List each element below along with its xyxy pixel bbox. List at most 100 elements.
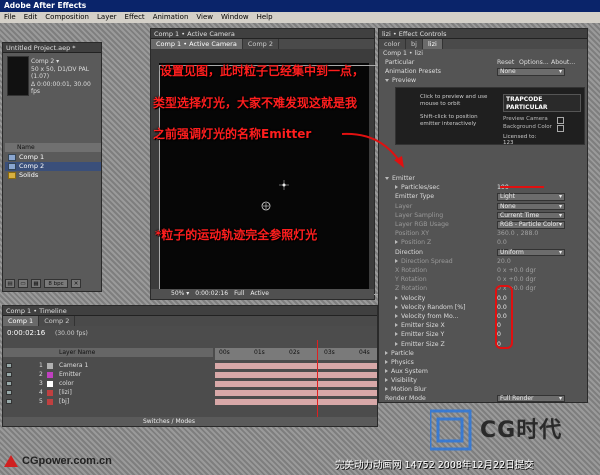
layer-color-swatch[interactable] [47,399,53,405]
expand-triangle-icon[interactable] [395,341,398,346]
project-item-solids[interactable]: Solids [5,171,101,180]
expand-triangle-icon[interactable] [395,185,398,190]
viewer-time[interactable]: 0:00:02:16 [195,289,228,299]
expand-triangle-icon[interactable] [385,386,388,391]
menu-item-effect[interactable]: Effect [121,12,149,23]
effect-param-row[interactable]: Position XY 360.0 , 288.0 [379,230,587,238]
effect-param-value[interactable]: 0.0 [497,239,507,247]
effect-param-row[interactable]: Velocity from Mo... 0.0 [379,313,587,321]
effect-param-select[interactable]: Uniform [497,248,565,257]
effect-param-select[interactable]: Full Render [497,394,565,403]
layer-duration-bar[interactable] [215,381,377,387]
tab-lizi[interactable]: lizi [422,39,443,49]
layer-name[interactable]: color [59,380,74,388]
effect-param-row[interactable]: Velocity 0.0 [379,295,587,303]
timeline-layer-row[interactable]: 1 Camera 1 [3,362,377,370]
expand-triangle-icon[interactable] [395,258,398,263]
expand-triangle-icon[interactable] [385,78,389,82]
menu-item-edit[interactable]: Edit [20,12,42,23]
visibility-eye-icon[interactable] [6,390,12,395]
layer-color-swatch[interactable] [47,363,53,369]
effect-param-row[interactable]: Position Z 0.0 [379,239,587,247]
visibility-eye-icon[interactable] [6,381,12,386]
expand-triangle-icon[interactable] [385,359,388,364]
project-thumb-name[interactable]: Comp 2 ▾ [31,58,101,66]
effect-param-value[interactable]: 0 x +0.0 dgr [497,276,536,284]
effect-param-row[interactable]: Layer Sampling Current Time [379,211,587,220]
time-ruler[interactable]: 00s 01s 02s 03s 04s [215,348,377,360]
tab-bj[interactable]: bj [406,39,423,49]
expand-triangle-icon[interactable] [395,323,398,328]
layer-color-swatch[interactable] [47,390,53,396]
layer-name[interactable]: [lizi] [59,389,72,397]
timeline-layer-row[interactable]: 2 Emitter [3,371,377,379]
effect-param-row[interactable]: Emitter Type Light [379,193,587,201]
project-item-comp-2[interactable]: Comp 2 [5,162,101,171]
tab-color[interactable]: color [379,39,407,49]
view-select[interactable]: Active [250,289,269,299]
effect-param-row[interactable]: Physics [379,359,587,367]
timeline-layer-row[interactable]: 4 [lizi] [3,389,377,397]
timeline-layer-row[interactable]: 3 color [3,380,377,388]
layer-color-swatch[interactable] [47,372,53,378]
effect-param-value[interactable]: 0 x +0.0 dgr [497,267,536,275]
new-comp-icon[interactable]: ▦ [31,278,41,288]
project-item-comp-1[interactable]: Comp 1 [5,153,101,162]
effect-param-row[interactable]: Visibility [379,377,587,385]
tab-comp-2[interactable]: Comp 2 [39,316,76,326]
new-folder-icon[interactable]: ▭ [18,278,28,288]
timeline-layer-row[interactable]: 5 [bj] [3,398,377,406]
effect-param-select[interactable]: Current Time [497,211,565,220]
background-color-checkbox[interactable]: Background Color [503,124,564,132]
resolution-select[interactable]: Full [234,289,244,299]
effect-param-row[interactable]: Velocity Random [%] 0.0 [379,304,587,312]
expand-triangle-icon[interactable] [395,240,398,245]
effect-param-select[interactable]: RGB - Particle Color [497,221,565,229]
layer-duration-bar[interactable] [215,399,377,405]
effect-param-row[interactable]: Motion Blur [379,386,587,394]
effect-param-row[interactable]: Emitter Size X0 [379,322,587,330]
effect-param-row[interactable]: Y Rotation 0 x +0.0 dgr [379,276,587,284]
switches-modes-toggle[interactable]: Switches / Modes [3,417,377,426]
effect-param-row[interactable]: Particles/sec100 [379,184,587,192]
layer-name[interactable]: [bj] [59,398,69,406]
animation-presets-select[interactable]: None [497,68,565,76]
bpc-toggle[interactable]: 8 bpc [44,278,68,288]
effect-param-select[interactable]: None [497,202,565,211]
menu-item-file[interactable]: File [0,12,20,23]
effect-param-row[interactable]: Layer None [379,202,587,211]
menu-item-animation[interactable]: Animation [149,12,193,23]
menu-item-help[interactable]: Help [253,12,277,23]
effect-param-row[interactable]: Particle [379,350,587,358]
expand-triangle-icon[interactable] [385,377,388,382]
playhead[interactable] [317,340,318,420]
effect-param-value[interactable]: 360.0 , 288.0 [497,230,538,238]
expand-triangle-icon[interactable] [385,368,388,373]
effect-param-row[interactable]: Emitter Size Y0 [379,331,587,339]
tab-comp-1[interactable]: Comp 1 [3,316,40,326]
layer-color-swatch[interactable] [47,381,53,387]
effect-param-row[interactable]: Render Mode Full Render [379,394,587,403]
effect-param-row[interactable]: Emitter [379,175,587,183]
effect-param-select[interactable]: Light [497,193,565,201]
effect-param-row[interactable]: Aux System [379,368,587,376]
zoom-select[interactable]: 50% ▾ [171,289,189,299]
expand-triangle-icon[interactable] [395,295,398,300]
options-link[interactable]: Options... [519,59,549,67]
menu-item-window[interactable]: Window [217,12,253,23]
preview-camera-checkbox[interactable]: Preview Camera [503,116,564,124]
effect-name[interactable]: Particular [385,59,414,67]
layer-duration-bar[interactable] [215,390,377,396]
effect-param-row[interactable]: X Rotation 0 x +0.0 dgr [379,267,587,275]
expand-triangle-icon[interactable] [395,314,398,318]
expand-triangle-icon[interactable] [385,176,389,180]
layer-name[interactable]: Camera 1 [59,362,88,370]
tab-comp-2[interactable]: Comp 2 [243,39,280,49]
menu-item-layer[interactable]: Layer [93,12,121,23]
interpret-footage-icon[interactable]: ▤ [5,278,15,288]
project-list-header[interactable]: Name [5,143,101,152]
reset-link[interactable]: Reset [497,59,514,67]
visibility-eye-icon[interactable] [6,399,12,404]
timeline-current-time[interactable]: 0:00:02:16 [7,329,45,337]
effect-param-row[interactable]: Z Rotation 0 x +0.0 dgr [379,285,587,293]
